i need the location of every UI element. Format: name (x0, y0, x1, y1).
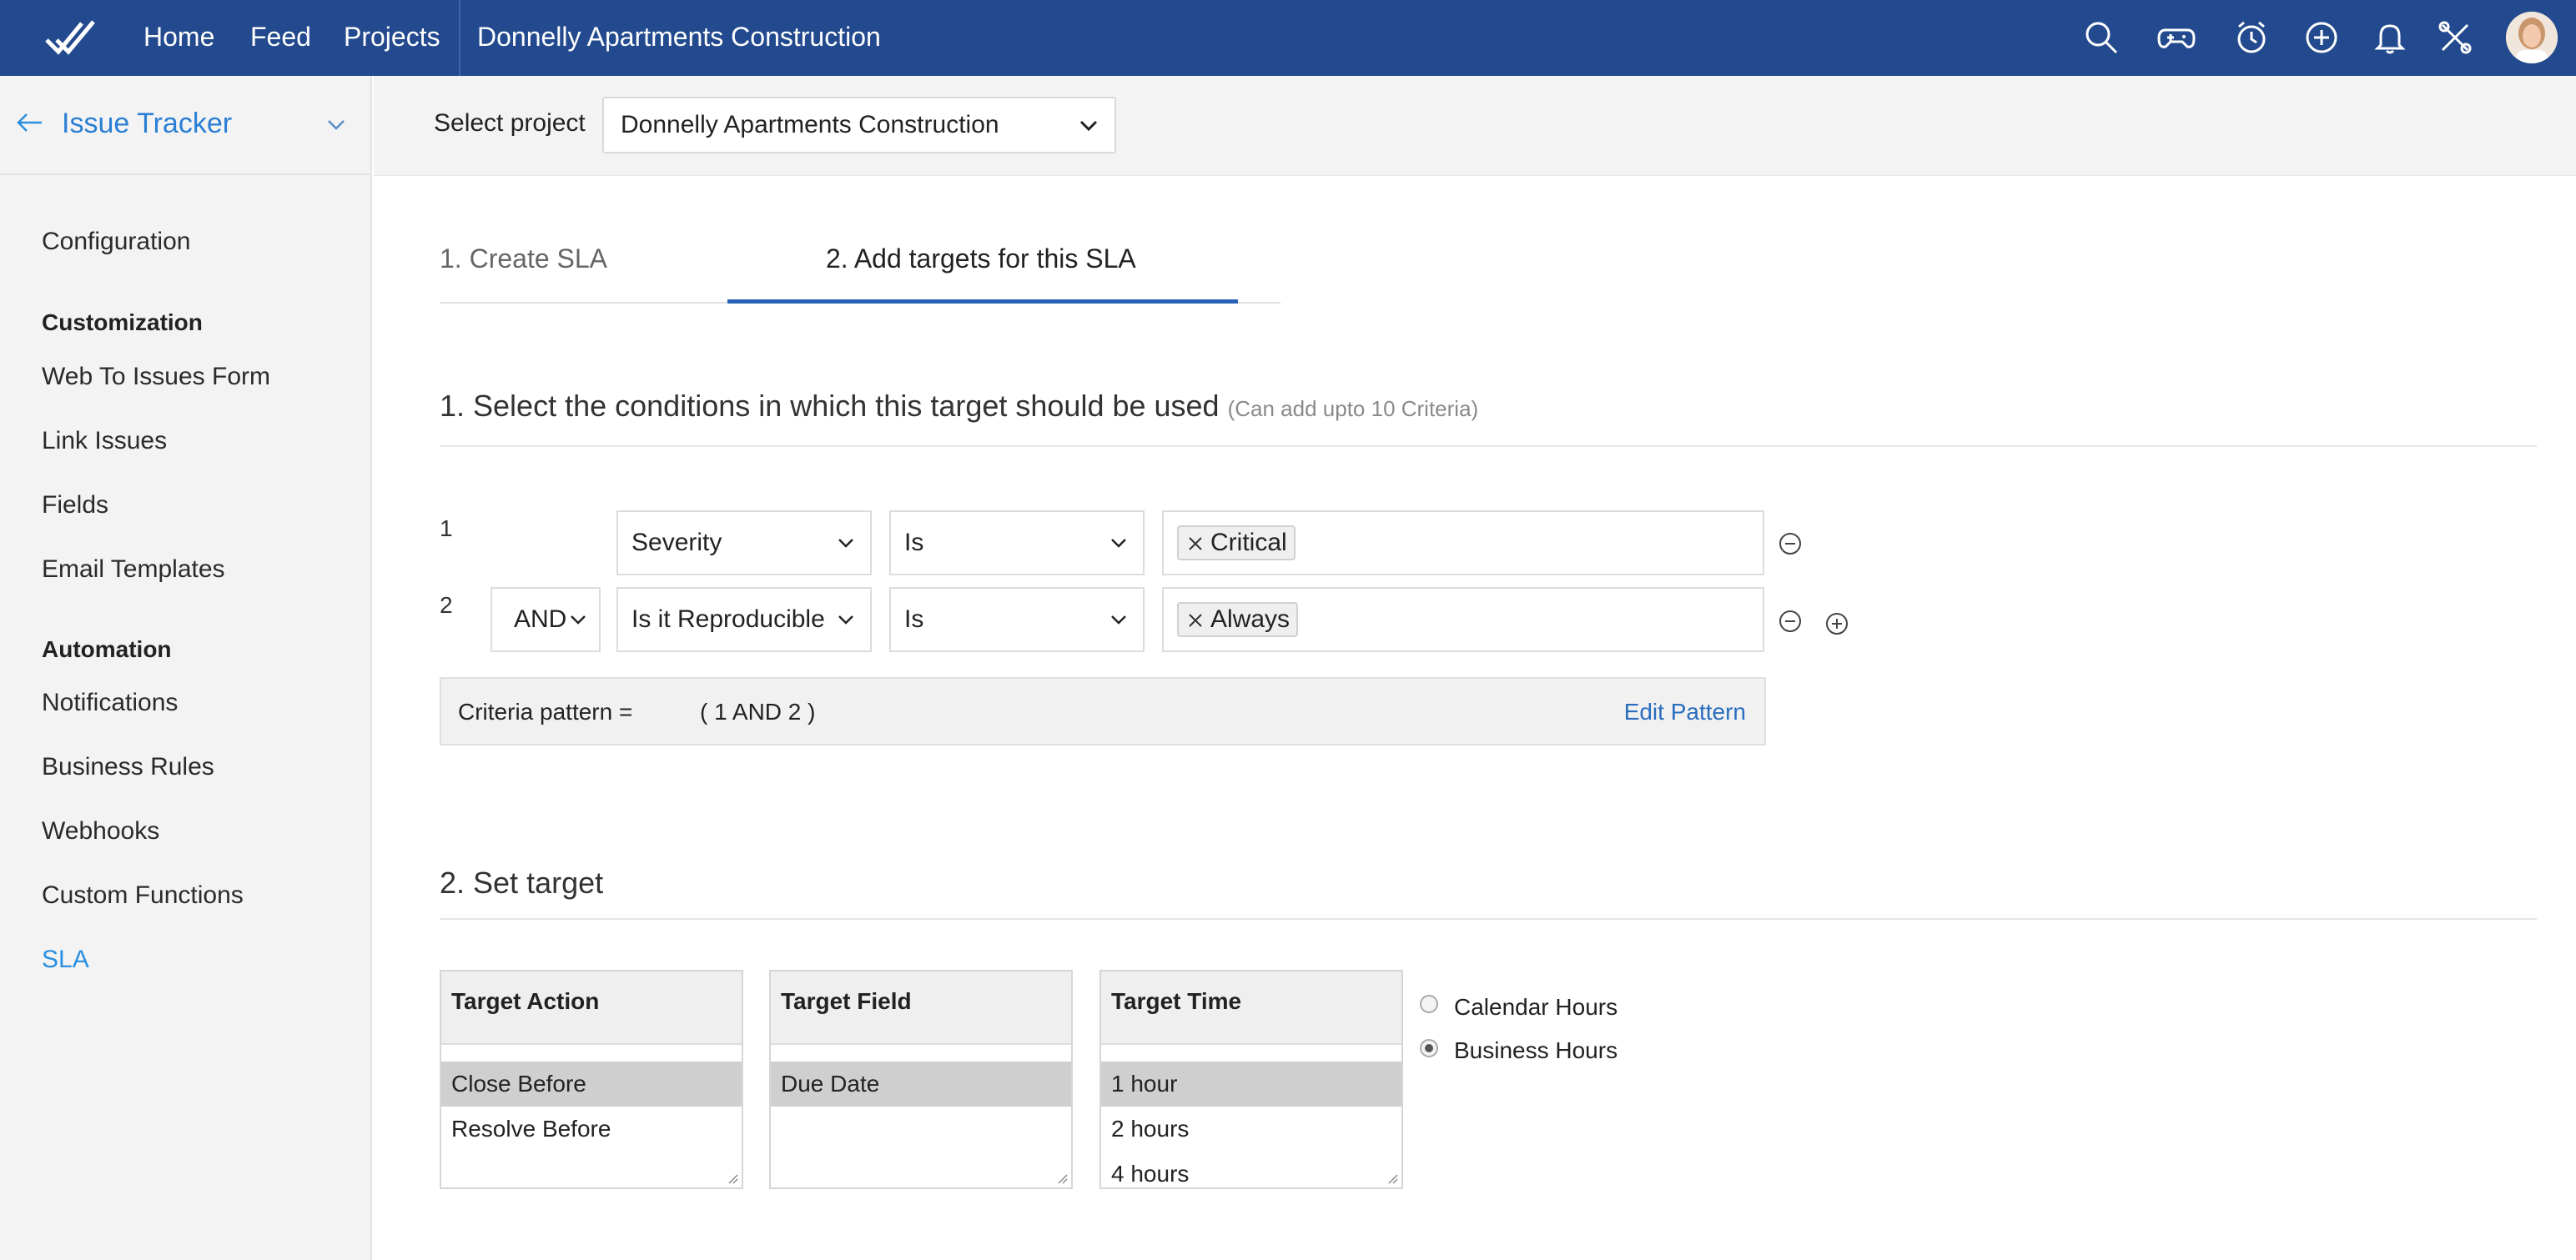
set-target-title: 2. Set target (440, 866, 604, 900)
chevron-down-icon (1111, 539, 1126, 548)
value-tag-label: Critical (1210, 529, 1287, 556)
chevron-down-icon[interactable] (327, 119, 345, 131)
calendar-hours-label[interactable]: Calendar Hours (1454, 994, 1618, 1021)
remove-tag-icon[interactable] (1187, 612, 1204, 629)
add-icon[interactable] (2302, 18, 2341, 57)
condition-field-select[interactable]: Is it Reproducible (616, 587, 872, 652)
value-tag-label: Always (1210, 605, 1291, 633)
section-divider (440, 445, 2537, 447)
target-time-header: Target Time (1101, 971, 1401, 1045)
remove-condition-icon[interactable] (1778, 609, 1803, 634)
nav-feed[interactable]: Feed (250, 0, 311, 76)
criteria-pattern-bar: Criteria pattern = ( 1 AND 2 ) Edit Patt… (440, 677, 1766, 745)
target-action-option[interactable]: Close Before (441, 1062, 742, 1107)
calendar-hours-radio[interactable] (1420, 995, 1438, 1013)
sidebar-item-business-rules[interactable]: Business Rules (42, 753, 214, 781)
condition-operator-select[interactable]: Is (889, 587, 1145, 652)
project-title[interactable]: Donnelly Apartments Construction (477, 0, 881, 76)
value-tag: Always (1177, 602, 1299, 637)
condition-field-value: Is it Reproducible (631, 605, 825, 633)
chevron-down-icon (1079, 120, 1098, 132)
target-time-list[interactable]: Target Time 1 hour 2 hours 4 hours (1099, 970, 1403, 1189)
condition-joiner-select[interactable]: AND (491, 587, 601, 652)
condition-operator-value: Is (904, 529, 924, 556)
timer-icon[interactable] (2232, 18, 2271, 57)
target-action-option[interactable]: Resolve Before (441, 1107, 742, 1152)
nav-projects[interactable]: Projects (344, 0, 440, 76)
sidebar-group-automation: Automation (42, 636, 172, 662)
project-select-value: Donnelly Apartments Construction (621, 111, 999, 138)
chevron-down-icon (571, 615, 586, 625)
sidebar-header[interactable]: Issue Tracker (0, 76, 372, 175)
remove-condition-icon[interactable] (1778, 531, 1803, 556)
back-arrow-icon[interactable] (17, 113, 43, 133)
search-icon[interactable] (2082, 18, 2121, 57)
value-tag: Critical (1177, 525, 1296, 560)
edit-pattern-link[interactable]: Edit Pattern (1624, 699, 1746, 725)
sidebar-item-link-issues[interactable]: Link Issues (42, 427, 167, 455)
tools-icon[interactable] (2436, 18, 2474, 57)
conditions-title-text: 1. Select the conditions in which this t… (440, 389, 1220, 423)
sidebar-item-sla[interactable]: SLA (42, 946, 89, 974)
sidebar-title[interactable]: Issue Tracker (62, 108, 232, 140)
condition-field-select[interactable]: Severity (616, 510, 872, 575)
sidebar-item-webhooks[interactable]: Webhooks (42, 817, 159, 846)
condition-row-number: 2 (440, 592, 453, 618)
sidebar: Issue Tracker Configuration Customizatio… (0, 76, 372, 1260)
tab-add-targets[interactable]: 2. Add targets for this SLA (826, 243, 1136, 274)
sidebar-group-customization: Customization (42, 309, 203, 335)
user-avatar[interactable] (2506, 12, 2558, 63)
conditions-title: 1. Select the conditions in which this t… (440, 389, 1478, 424)
sidebar-item-notifications[interactable]: Notifications (42, 689, 178, 717)
nav-divider (459, 0, 460, 76)
select-project-label: Select project (434, 109, 586, 137)
business-hours-radio[interactable] (1420, 1039, 1438, 1057)
chevron-down-icon (1111, 615, 1126, 625)
target-field-header: Target Field (771, 971, 1071, 1045)
gamepad-icon[interactable] (2157, 18, 2196, 57)
active-step-indicator (727, 299, 1238, 304)
top-navigation-bar: Home Feed Projects Donnelly Apartments C… (0, 0, 2576, 76)
condition-value-field[interactable]: Critical (1162, 510, 1764, 575)
business-hours-label[interactable]: Business Hours (1454, 1037, 1618, 1064)
condition-operator-select[interactable]: Is (889, 510, 1145, 575)
resize-grip-icon[interactable] (1056, 1172, 1068, 1184)
resize-grip-icon[interactable] (1386, 1172, 1398, 1184)
sidebar-item-web-to-issues-form[interactable]: Web To Issues Form (42, 363, 270, 391)
sidebar-item-fields[interactable]: Fields (42, 491, 108, 520)
project-bar: Select project Donnelly Apartments Const… (374, 76, 2576, 176)
sidebar-item-configuration[interactable]: Configuration (42, 228, 190, 256)
criteria-pattern-label: Criteria pattern = (458, 699, 633, 725)
condition-field-value: Severity (631, 529, 722, 556)
conditions-note: (Can add upto 10 Criteria) (1227, 396, 1479, 421)
section-divider (440, 918, 2537, 920)
resize-grip-icon[interactable] (727, 1172, 738, 1184)
remove-tag-icon[interactable] (1187, 535, 1204, 552)
target-time-option[interactable]: 4 hours (1101, 1152, 1401, 1187)
tab-create-sla[interactable]: 1. Create SLA (440, 243, 607, 274)
nav-home[interactable]: Home (143, 0, 214, 76)
project-select[interactable]: Donnelly Apartments Construction (602, 97, 1116, 153)
condition-joiner-value: AND (514, 605, 567, 633)
sidebar-item-email-templates[interactable]: Email Templates (42, 555, 225, 584)
target-action-header: Target Action (441, 971, 742, 1045)
sidebar-item-custom-functions[interactable]: Custom Functions (42, 881, 244, 910)
target-action-list[interactable]: Target Action Close Before Resolve Befor… (440, 970, 743, 1189)
bell-icon[interactable] (2371, 18, 2409, 57)
app-logo-icon[interactable] (43, 15, 98, 60)
add-condition-icon[interactable] (1824, 611, 1849, 636)
condition-value-field[interactable]: Always (1162, 587, 1764, 652)
condition-row-number: 1 (440, 515, 453, 541)
chevron-down-icon (838, 539, 853, 548)
target-field-option[interactable]: Due Date (771, 1062, 1071, 1107)
condition-operator-value: Is (904, 605, 924, 633)
target-time-option[interactable]: 1 hour (1101, 1062, 1401, 1107)
target-field-list[interactable]: Target Field Due Date (769, 970, 1073, 1189)
target-time-option[interactable]: 2 hours (1101, 1107, 1401, 1152)
criteria-pattern-value: ( 1 AND 2 ) (700, 699, 816, 725)
chevron-down-icon (838, 615, 853, 625)
